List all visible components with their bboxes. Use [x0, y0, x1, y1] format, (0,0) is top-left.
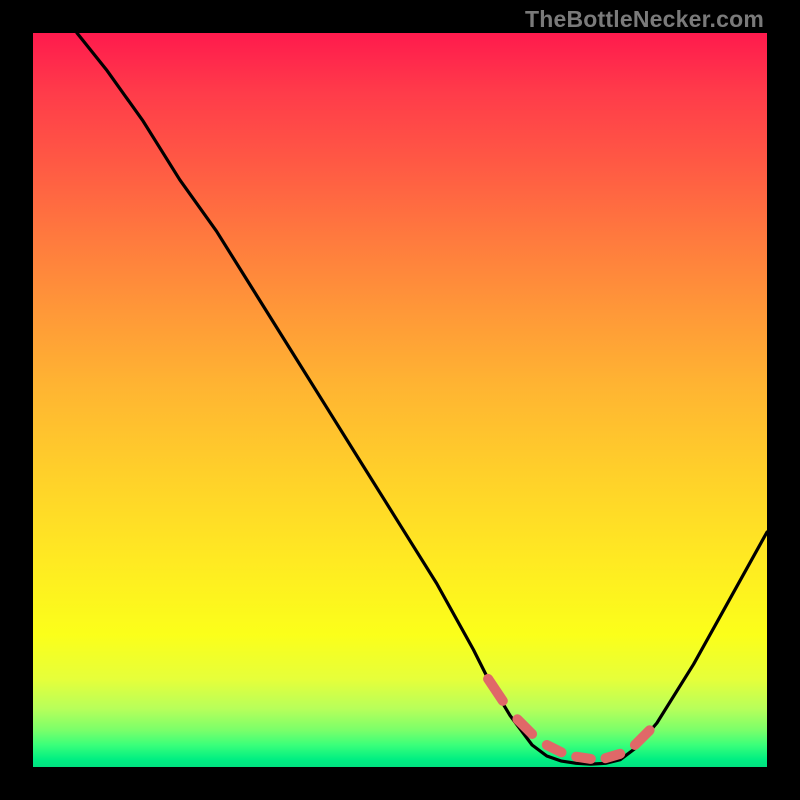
optimal-dot	[484, 674, 493, 683]
optimal-marker-group	[484, 674, 654, 763]
optimal-dot	[572, 752, 581, 761]
optimal-dot	[616, 749, 625, 758]
optimal-dot	[586, 754, 595, 763]
optimal-dot	[542, 741, 551, 750]
optimal-dot	[528, 730, 537, 739]
watermark-text: TheBottleNecker.com	[525, 6, 764, 33]
optimal-dot	[645, 726, 654, 735]
optimal-dot	[498, 696, 507, 705]
bottleneck-curve	[77, 33, 767, 764]
optimal-dot	[601, 754, 610, 763]
chart-svg	[33, 33, 767, 767]
optimal-dot	[630, 741, 639, 750]
chart-frame: TheBottleNecker.com	[0, 0, 800, 800]
optimal-dot	[557, 748, 566, 757]
optimal-dot	[513, 715, 522, 724]
